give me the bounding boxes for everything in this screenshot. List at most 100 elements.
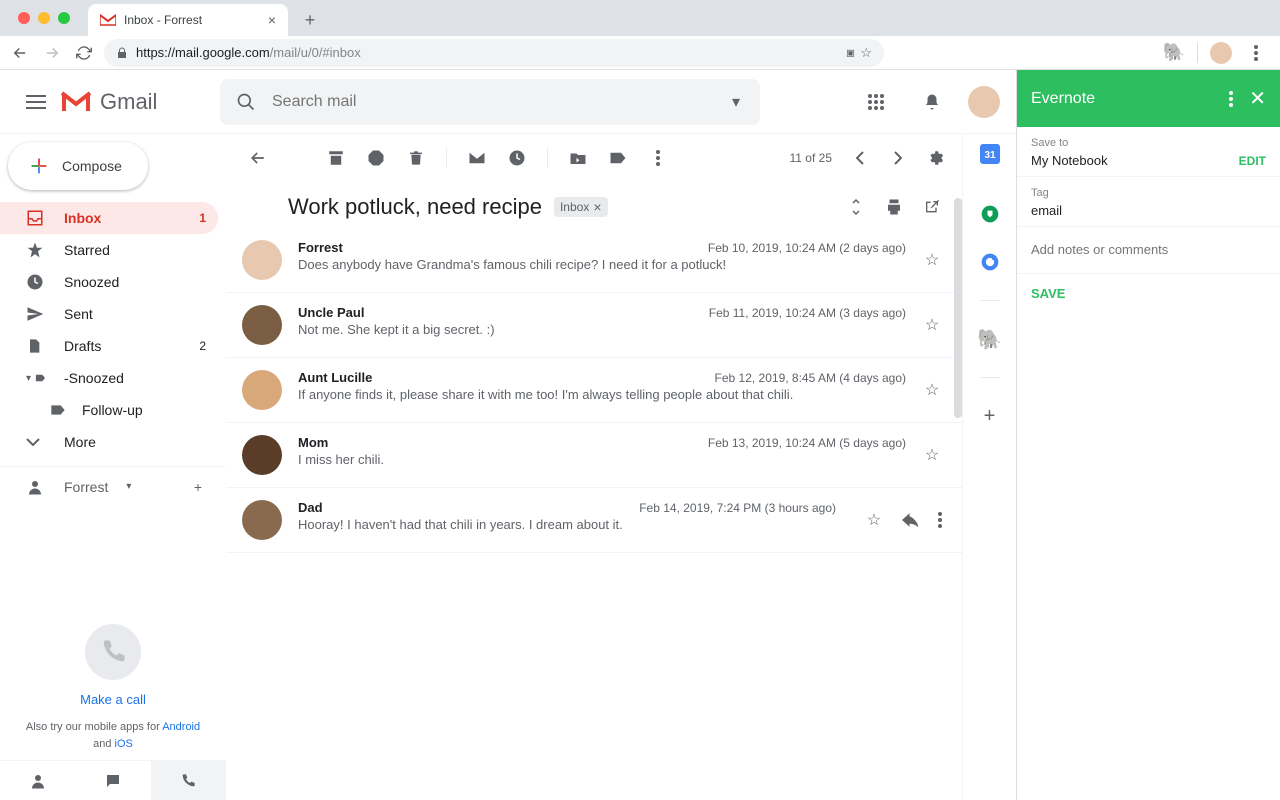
mark-unread-button[interactable] xyxy=(467,148,487,168)
sender-avatar[interactable] xyxy=(242,435,282,475)
star-icon[interactable]: ☆ xyxy=(864,510,884,530)
sidebar-item-sent[interactable]: Sent xyxy=(0,298,218,330)
bookmark-star-icon[interactable]: ☆ xyxy=(860,45,872,61)
delete-button[interactable] xyxy=(406,148,426,168)
notes-input[interactable] xyxy=(1031,242,1266,257)
gmail-logo[interactable]: Gmail xyxy=(60,89,220,115)
android-link[interactable]: Android xyxy=(162,721,200,733)
toolbar: 11 of 25 xyxy=(226,134,962,182)
evernote-close-button[interactable]: ✕ xyxy=(1249,86,1266,111)
search-icon[interactable] xyxy=(236,92,256,112)
reply-icon[interactable] xyxy=(902,513,920,527)
star-icon xyxy=(26,241,46,259)
search-options-dropdown[interactable]: ▾ xyxy=(728,88,744,116)
settings-gear-icon[interactable] xyxy=(926,148,946,168)
prev-message-button[interactable] xyxy=(850,148,870,168)
evernote-menu-button[interactable] xyxy=(1229,91,1233,107)
calendar-addon-icon[interactable]: 31 xyxy=(980,144,1000,164)
chevron-icon xyxy=(26,438,46,446)
sender-avatar[interactable] xyxy=(242,240,282,280)
scrollbar-thumb[interactable] xyxy=(954,198,962,418)
star-icon[interactable]: ☆ xyxy=(922,240,942,280)
print-button[interactable] xyxy=(884,197,904,217)
hangouts-header[interactable]: Forrest ▾ + xyxy=(0,466,226,506)
evernote-save-button[interactable]: SAVE xyxy=(1017,274,1280,313)
back-button[interactable] xyxy=(8,41,32,65)
nav-label: More xyxy=(64,434,96,450)
star-icon[interactable]: ☆ xyxy=(922,305,942,345)
edit-notebook-button[interactable]: EDIT xyxy=(1239,154,1266,168)
evernote-clip-icon[interactable]: ◈ xyxy=(842,43,860,61)
keep-addon-icon[interactable] xyxy=(980,204,1000,224)
sender-avatar[interactable] xyxy=(242,370,282,410)
browser-tab[interactable]: Inbox - Forrest × xyxy=(88,4,288,36)
hangouts-call-bubble[interactable] xyxy=(85,624,141,680)
tasks-addon-icon[interactable] xyxy=(980,252,1000,272)
message-row[interactable]: Aunt LucilleFeb 12, 2019, 8:45 AM (4 day… xyxy=(226,358,962,423)
make-a-call-link[interactable]: Make a call xyxy=(80,692,146,707)
sidebar-item-inbox[interactable]: Inbox1 xyxy=(0,202,218,234)
forward-button[interactable] xyxy=(40,41,64,65)
sender-avatar[interactable] xyxy=(242,305,282,345)
new-conversation-button[interactable]: + xyxy=(186,475,210,499)
chrome-menu-button[interactable] xyxy=(1244,41,1268,65)
search-bar[interactable]: ▾ xyxy=(220,79,760,125)
close-window-button[interactable] xyxy=(18,12,30,24)
hangouts-contacts-tab[interactable] xyxy=(0,761,75,800)
account-avatar[interactable] xyxy=(968,86,1000,118)
inbox-icon xyxy=(26,209,46,227)
search-input[interactable] xyxy=(272,93,712,111)
message-row[interactable]: DadFeb 14, 2019, 7:24 PM (3 hours ago) H… xyxy=(226,488,962,553)
message-more-icon[interactable] xyxy=(938,512,942,528)
url-path: /mail/u/0/#inbox xyxy=(270,45,361,60)
address-bar[interactable]: https://mail.google.com/mail/u/0/#inbox … xyxy=(104,39,884,67)
new-tab-button[interactable]: + xyxy=(296,6,324,34)
evernote-addon-icon[interactable]: 🐘 xyxy=(980,329,1000,349)
get-addons-button[interactable]: + xyxy=(980,406,1000,426)
labels-button[interactable] xyxy=(608,148,628,168)
maximize-window-button[interactable] xyxy=(58,12,70,24)
archive-button[interactable] xyxy=(326,148,346,168)
evernote-extension-icon[interactable]: 🐘 xyxy=(1163,42,1185,63)
sidebar-item-starred[interactable]: Starred xyxy=(0,234,218,266)
sidebar-item-snoozed[interactable]: Snoozed xyxy=(0,266,218,298)
sidebar-item-followup[interactable]: Follow-up xyxy=(0,394,218,426)
mobile-apps-text: Also try our mobile apps for Android and… xyxy=(26,719,200,752)
ios-link[interactable]: iOS xyxy=(115,738,133,750)
compose-button[interactable]: Compose xyxy=(8,142,148,190)
message-row[interactable]: MomFeb 13, 2019, 10:24 AM (5 days ago) I… xyxy=(226,423,962,488)
close-tab-icon[interactable]: × xyxy=(268,12,276,28)
tag-value[interactable]: email xyxy=(1031,203,1062,218)
main-menu-button[interactable] xyxy=(16,82,56,122)
hangouts-status-dropdown[interactable]: ▾ xyxy=(126,481,131,492)
message-row[interactable]: Uncle PaulFeb 11, 2019, 10:24 AM (3 days… xyxy=(226,293,962,358)
hangouts-chat-tab[interactable] xyxy=(75,761,150,800)
expand-collapse-button[interactable] xyxy=(846,197,866,217)
sidebar-item-snoozed[interactable]: ▾-Snoozed xyxy=(0,362,218,394)
open-in-new-button[interactable] xyxy=(922,197,942,217)
next-message-button[interactable] xyxy=(888,148,908,168)
star-icon[interactable]: ☆ xyxy=(922,370,942,410)
chrome-profile-avatar[interactable] xyxy=(1210,42,1232,64)
more-actions-button[interactable] xyxy=(648,148,668,168)
inbox-label-chip[interactable]: Inbox× xyxy=(554,197,608,217)
sidebar-item-drafts[interactable]: Drafts2 xyxy=(0,330,218,362)
message-row[interactable]: ForrestFeb 10, 2019, 10:24 AM (2 days ag… xyxy=(226,228,962,293)
back-to-inbox-button[interactable] xyxy=(248,148,268,168)
move-to-button[interactable] xyxy=(568,148,588,168)
snooze-button[interactable] xyxy=(507,148,527,168)
sender-avatar[interactable] xyxy=(242,500,282,540)
notifications-icon[interactable] xyxy=(912,82,952,122)
minimize-window-button[interactable] xyxy=(38,12,50,24)
sender-name: Mom xyxy=(298,435,328,450)
hangouts-phone-tab[interactable] xyxy=(151,761,226,800)
star-icon[interactable]: ☆ xyxy=(922,435,942,475)
reload-button[interactable] xyxy=(72,41,96,65)
message-date: Feb 13, 2019, 10:24 AM (5 days ago) xyxy=(708,436,906,450)
apps-grid-icon[interactable] xyxy=(856,82,896,122)
sidebar-item-more[interactable]: More xyxy=(0,426,218,458)
message-counter: 11 of 25 xyxy=(790,151,832,165)
remove-label-icon[interactable]: × xyxy=(593,199,601,215)
browser-chrome: Inbox - Forrest × + https://mail.google.… xyxy=(0,0,1280,70)
report-spam-button[interactable] xyxy=(366,148,386,168)
